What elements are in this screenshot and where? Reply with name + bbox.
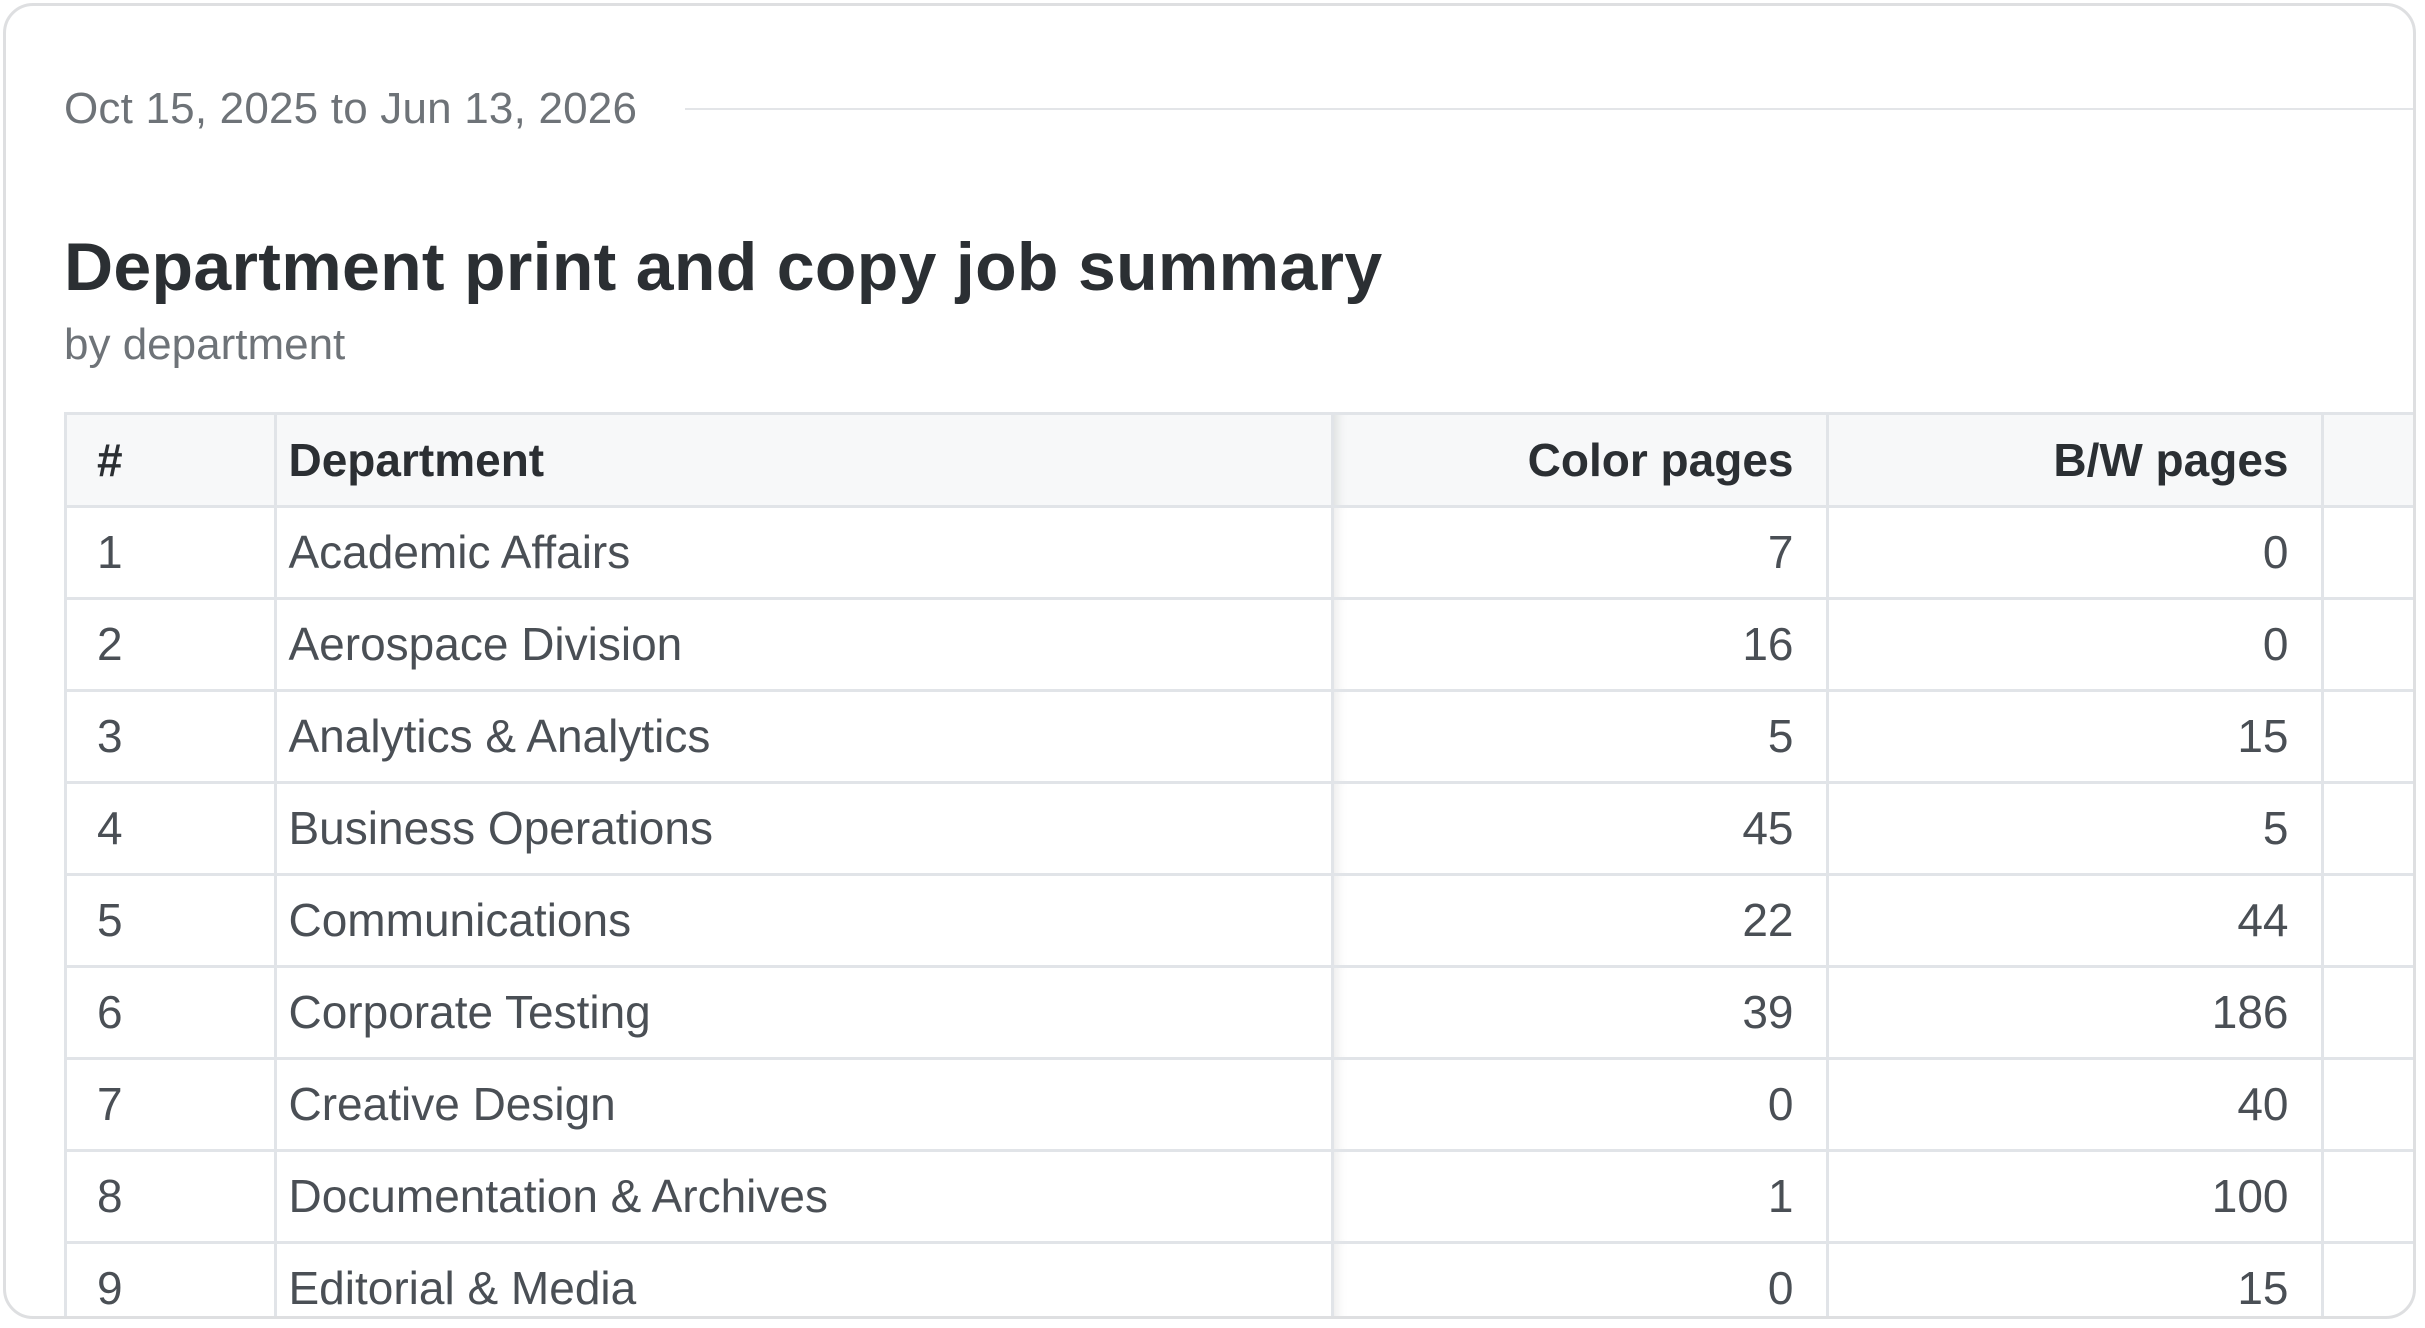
color-pages-value: 5 (1332, 690, 1829, 784)
department-name: Business Operations (275, 782, 1334, 876)
table-row: 8 Documentation & Archives 1 100 (67, 1150, 2413, 1244)
overflow-cell (2322, 966, 2413, 1060)
column-header-department[interactable]: Department (275, 415, 1334, 508)
table-row: 4 Business Operations 45 5 (67, 782, 2413, 876)
table-row: 9 Editorial & Media 0 15 (67, 1242, 2413, 1316)
table-row: 7 Creative Design 0 40 (67, 1058, 2413, 1152)
bw-pages-value: 0 (1827, 598, 2324, 692)
date-range-row: Oct 15, 2025 to Jun 13, 2026 (64, 84, 2413, 134)
color-pages-value: 16 (1332, 598, 1829, 692)
table-row: 3 Analytics & Analytics 5 15 (67, 690, 2413, 784)
table-body: 1 Academic Affairs 7 0 2 Aerospace Divis… (67, 506, 2413, 1316)
row-number: 4 (67, 782, 277, 876)
department-name: Analytics & Analytics (275, 690, 1334, 784)
row-number: 6 (67, 966, 277, 1060)
column-header-bw-pages[interactable]: B/W pages (1827, 415, 2324, 508)
row-number: 2 (67, 598, 277, 692)
overflow-cell (2322, 874, 2413, 968)
table-row: 1 Academic Affairs 7 0 (67, 506, 2413, 600)
date-range: Oct 15, 2025 to Jun 13, 2026 (64, 84, 638, 133)
department-name: Documentation & Archives (275, 1150, 1334, 1244)
row-number: 8 (67, 1150, 277, 1244)
summary-table: # Department Color pages B/W pages 1 Aca… (67, 415, 2413, 1316)
column-header-overflow (2322, 415, 2413, 508)
summary-table-container[interactable]: # Department Color pages B/W pages 1 Aca… (64, 412, 2413, 1316)
row-number: 3 (67, 690, 277, 784)
bw-pages-value: 186 (1827, 966, 2324, 1060)
table-row: 5 Communications 22 44 (67, 874, 2413, 968)
overflow-cell (2322, 598, 2413, 692)
department-name: Academic Affairs (275, 506, 1334, 600)
department-name: Editorial & Media (275, 1242, 1334, 1316)
color-pages-value: 22 (1332, 874, 1829, 968)
color-pages-value: 0 (1332, 1242, 1829, 1316)
divider (685, 108, 2413, 110)
row-number: 9 (67, 1242, 277, 1316)
bw-pages-value: 15 (1827, 1242, 2324, 1316)
report-title: Department print and copy job summary (64, 229, 1383, 305)
department-name: Corporate Testing (275, 966, 1334, 1060)
table-header-row: # Department Color pages B/W pages (67, 415, 2413, 508)
report-card: Oct 15, 2025 to Jun 13, 2026 Department … (3, 3, 2416, 1319)
bw-pages-value: 15 (1827, 690, 2324, 784)
bw-pages-value: 44 (1827, 874, 2324, 968)
overflow-cell (2322, 506, 2413, 600)
overflow-cell (2322, 782, 2413, 876)
department-name: Communications (275, 874, 1334, 968)
color-pages-value: 1 (1332, 1150, 1829, 1244)
table-row: 6 Corporate Testing 39 186 (67, 966, 2413, 1060)
bw-pages-value: 5 (1827, 782, 2324, 876)
row-number: 5 (67, 874, 277, 968)
column-header-number[interactable]: # (67, 415, 277, 508)
color-pages-value: 45 (1332, 782, 1829, 876)
column-header-color-pages[interactable]: Color pages (1332, 415, 1829, 508)
overflow-cell (2322, 1058, 2413, 1152)
table-row: 2 Aerospace Division 16 0 (67, 598, 2413, 692)
color-pages-value: 0 (1332, 1058, 1829, 1152)
report-subtitle: by department (64, 320, 346, 369)
overflow-cell (2322, 1242, 2413, 1316)
row-number: 7 (67, 1058, 277, 1152)
overflow-cell (2322, 1150, 2413, 1244)
bw-pages-value: 100 (1827, 1150, 2324, 1244)
color-pages-value: 7 (1332, 506, 1829, 600)
department-name: Creative Design (275, 1058, 1334, 1152)
bw-pages-value: 40 (1827, 1058, 2324, 1152)
row-number: 1 (67, 506, 277, 600)
bw-pages-value: 0 (1827, 506, 2324, 600)
overflow-cell (2322, 690, 2413, 784)
department-name: Aerospace Division (275, 598, 1334, 692)
color-pages-value: 39 (1332, 966, 1829, 1060)
